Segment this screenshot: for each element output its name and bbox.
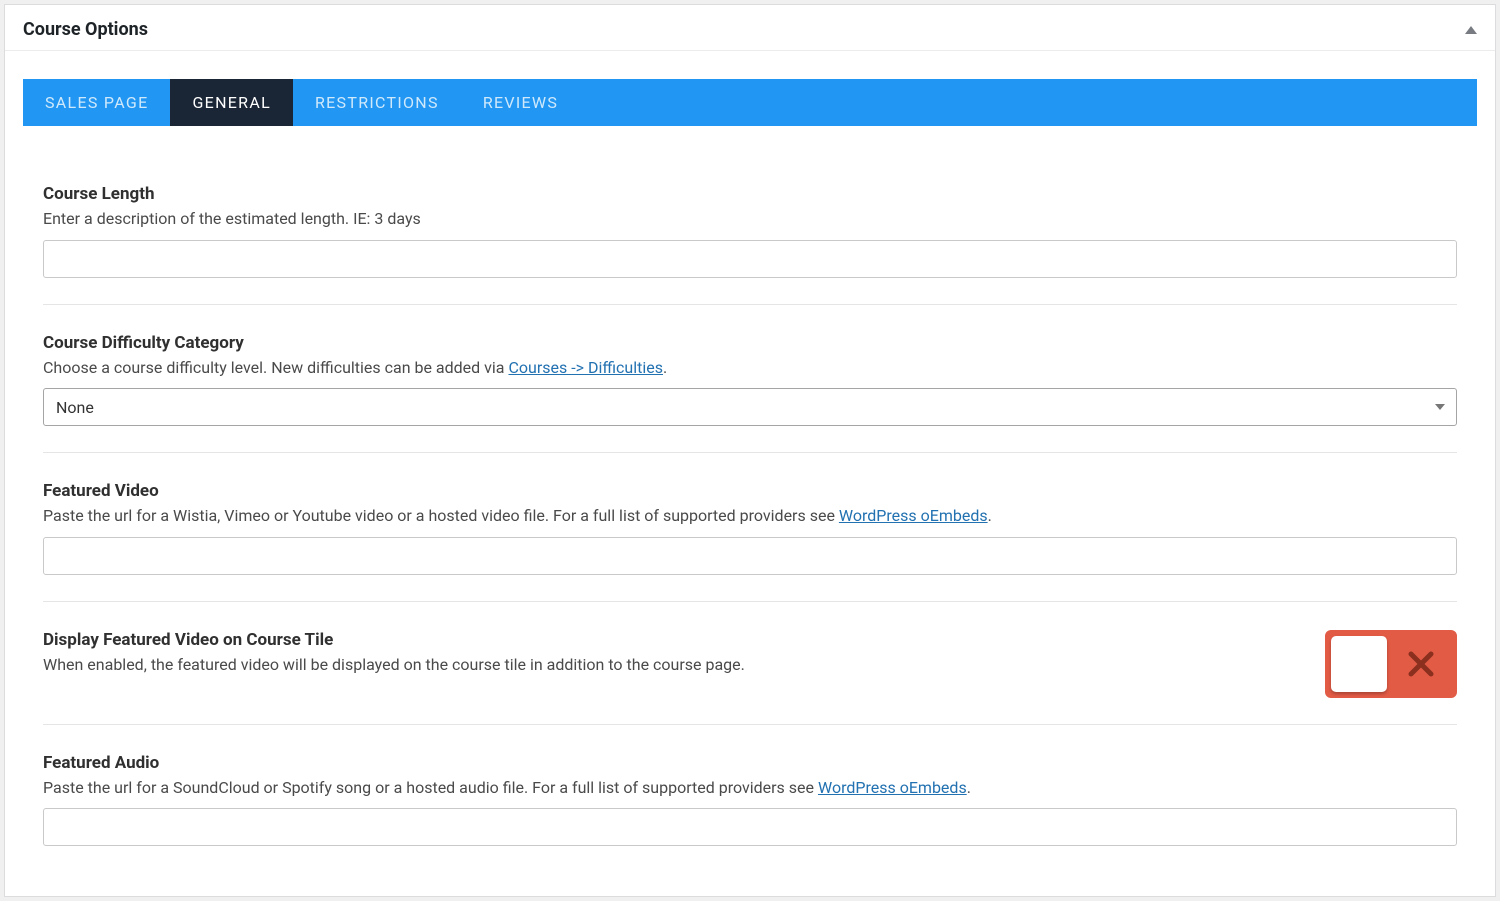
difficulty-label: Course Difficulty Category bbox=[43, 333, 1457, 353]
featured-video-link[interactable]: WordPress oEmbeds bbox=[839, 506, 988, 525]
panel-body: SALES PAGE GENERAL RESTRICTIONS REVIEWS … bbox=[5, 79, 1495, 896]
difficulty-link[interactable]: Courses -> Difficulties bbox=[508, 358, 663, 377]
tab-general[interactable]: GENERAL bbox=[170, 79, 293, 126]
featured-audio-desc-pre: Paste the url for a SoundCloud or Spotif… bbox=[43, 778, 818, 797]
featured-video-desc-pre: Paste the url for a Wistia, Vimeo or You… bbox=[43, 506, 839, 525]
difficulty-select[interactable]: None bbox=[43, 388, 1457, 426]
difficulty-selected: None bbox=[43, 388, 1457, 426]
featured-video-desc-post: . bbox=[988, 506, 992, 525]
featured-audio-input[interactable] bbox=[43, 808, 1457, 846]
video-on-tile-toggle[interactable] bbox=[1325, 630, 1457, 698]
difficulty-desc-post: . bbox=[663, 358, 667, 377]
course-options-panel: Course Options SALES PAGE GENERAL RESTRI… bbox=[4, 4, 1496, 897]
course-length-desc: Enter a description of the estimated len… bbox=[43, 208, 1457, 230]
panel-title: Course Options bbox=[23, 19, 148, 40]
tab-reviews[interactable]: REVIEWS bbox=[461, 79, 580, 126]
course-length-label: Course Length bbox=[43, 184, 1457, 204]
panel-header: Course Options bbox=[5, 5, 1495, 51]
close-icon bbox=[1407, 650, 1435, 678]
difficulty-desc: Choose a course difficulty level. New di… bbox=[43, 357, 1457, 379]
tab-restrictions[interactable]: RESTRICTIONS bbox=[293, 79, 461, 126]
featured-audio-link[interactable]: WordPress oEmbeds bbox=[818, 778, 967, 797]
featured-video-input[interactable] bbox=[43, 537, 1457, 575]
tab-content-general: Course Length Enter a description of the… bbox=[23, 156, 1477, 872]
course-length-input[interactable] bbox=[43, 240, 1457, 278]
field-difficulty: Course Difficulty Category Choose a cour… bbox=[43, 304, 1457, 453]
tabs-nav: SALES PAGE GENERAL RESTRICTIONS REVIEWS bbox=[23, 79, 1477, 126]
featured-video-label: Featured Video bbox=[43, 481, 1457, 501]
video-on-tile-label: Display Featured Video on Course Tile bbox=[43, 630, 1295, 650]
featured-video-desc: Paste the url for a Wistia, Vimeo or You… bbox=[43, 505, 1457, 527]
collapse-toggle-icon[interactable] bbox=[1465, 26, 1477, 34]
toggle-knob bbox=[1331, 636, 1387, 692]
video-on-tile-desc: When enabled, the featured video will be… bbox=[43, 654, 1295, 676]
field-featured-video: Featured Video Paste the url for a Wisti… bbox=[43, 452, 1457, 601]
field-video-on-tile: Display Featured Video on Course Tile Wh… bbox=[43, 601, 1457, 724]
featured-audio-label: Featured Audio bbox=[43, 753, 1457, 773]
featured-audio-desc-post: . bbox=[967, 778, 971, 797]
field-course-length: Course Length Enter a description of the… bbox=[43, 156, 1457, 304]
field-featured-audio: Featured Audio Paste the url for a Sound… bbox=[43, 724, 1457, 873]
featured-audio-desc: Paste the url for a SoundCloud or Spotif… bbox=[43, 777, 1457, 799]
difficulty-desc-pre: Choose a course difficulty level. New di… bbox=[43, 358, 508, 377]
tab-sales-page[interactable]: SALES PAGE bbox=[23, 79, 170, 126]
